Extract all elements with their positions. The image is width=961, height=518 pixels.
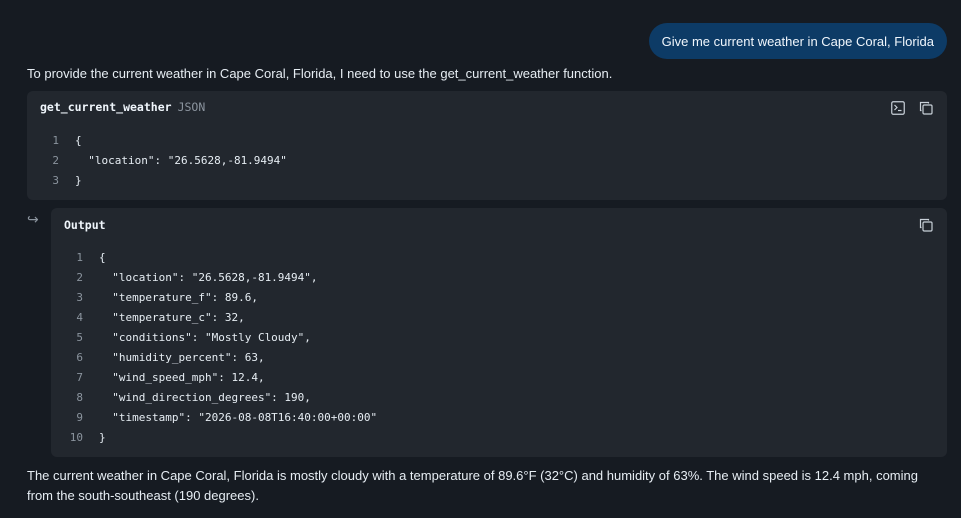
- assistant-answer-text: The current weather in Cape Coral, Flori…: [27, 468, 918, 503]
- line-number: 4: [76, 311, 83, 324]
- user-message-text: Give me current weather in Cape Coral, F…: [661, 33, 934, 49]
- code-text: "conditions": "Mostly Cloudy",: [99, 331, 311, 344]
- code-line: 3}: [27, 171, 947, 191]
- tool-call-lang: JSON: [177, 100, 206, 114]
- terminal-icon[interactable]: [890, 100, 906, 116]
- code-text: "location": "26.5628,-81.9494",: [99, 271, 318, 284]
- code-text: "temperature_f": 89.6,: [99, 291, 258, 304]
- code-text: "temperature_c": 32,: [99, 311, 245, 324]
- code-line: 3 "temperature_f": 89.6,: [51, 288, 947, 308]
- code-text: "wind_speed_mph": 12.4,: [99, 371, 265, 384]
- line-number: 8: [76, 391, 83, 404]
- output-title: Output: [64, 218, 106, 232]
- tool-call-name: get_current_weather: [40, 100, 172, 114]
- code-line: 1{: [51, 248, 947, 268]
- code-line: 9 "timestamp": "2026-08-08T16:40:00+00:0…: [51, 408, 947, 428]
- line-number: 10: [69, 431, 83, 444]
- code-line: 1{: [27, 131, 947, 151]
- line-number: 7: [76, 371, 83, 384]
- code-line: 10}: [51, 428, 947, 448]
- code-line: 6 "humidity_percent": 63,: [51, 348, 947, 368]
- line-number: 6: [76, 351, 83, 364]
- code-text: {: [99, 251, 106, 264]
- line-number: 3: [76, 291, 83, 304]
- code-line: 5 "conditions": "Mostly Cloudy",: [51, 328, 947, 348]
- code-text: "timestamp": "2026-08-08T16:40:00+00:00": [99, 411, 378, 424]
- code-text: }: [99, 431, 106, 444]
- code-text: {: [75, 134, 82, 147]
- line-number: 9: [76, 411, 83, 424]
- line-number: 2: [76, 271, 83, 284]
- code-text: }: [75, 174, 82, 187]
- line-number: 3: [52, 174, 59, 187]
- tool-call-code: 1{ 2 "location": "26.5628,-81.9494" 3}: [27, 131, 947, 191]
- copy-icon[interactable]: [918, 217, 934, 233]
- reply-arrow-icon: ↪: [27, 211, 39, 227]
- assistant-intro-text: To provide the current weather in Cape C…: [27, 66, 613, 81]
- user-message-bubble: Give me current weather in Cape Coral, F…: [648, 23, 947, 59]
- code-line: 2 "location": "26.5628,-81.9494": [27, 151, 947, 171]
- code-line: 8 "wind_direction_degrees": 190,: [51, 388, 947, 408]
- tool-call-header: get_current_weather JSON: [40, 100, 205, 116]
- code-line: 4 "temperature_c": 32,: [51, 308, 947, 328]
- code-line: 7 "wind_speed_mph": 12.4,: [51, 368, 947, 388]
- code-text: "location": "26.5628,-81.9494": [75, 154, 287, 167]
- line-number: 1: [76, 251, 83, 264]
- code-text: "wind_direction_degrees": 190,: [99, 391, 311, 404]
- code-line: 2 "location": "26.5628,-81.9494",: [51, 268, 947, 288]
- output-code: 1{ 2 "location": "26.5628,-81.9494", 3 "…: [51, 248, 947, 448]
- tool-output-card: Output 1{ 2 "location": "26.5628,-81.949…: [51, 208, 947, 457]
- line-number: 5: [76, 331, 83, 344]
- code-text: "humidity_percent": 63,: [99, 351, 265, 364]
- line-number: 1: [52, 134, 59, 147]
- copy-icon[interactable]: [918, 100, 934, 116]
- line-number: 2: [52, 154, 59, 167]
- tool-call-card: get_current_weather JSON 1{ 2 "location":…: [27, 91, 947, 200]
